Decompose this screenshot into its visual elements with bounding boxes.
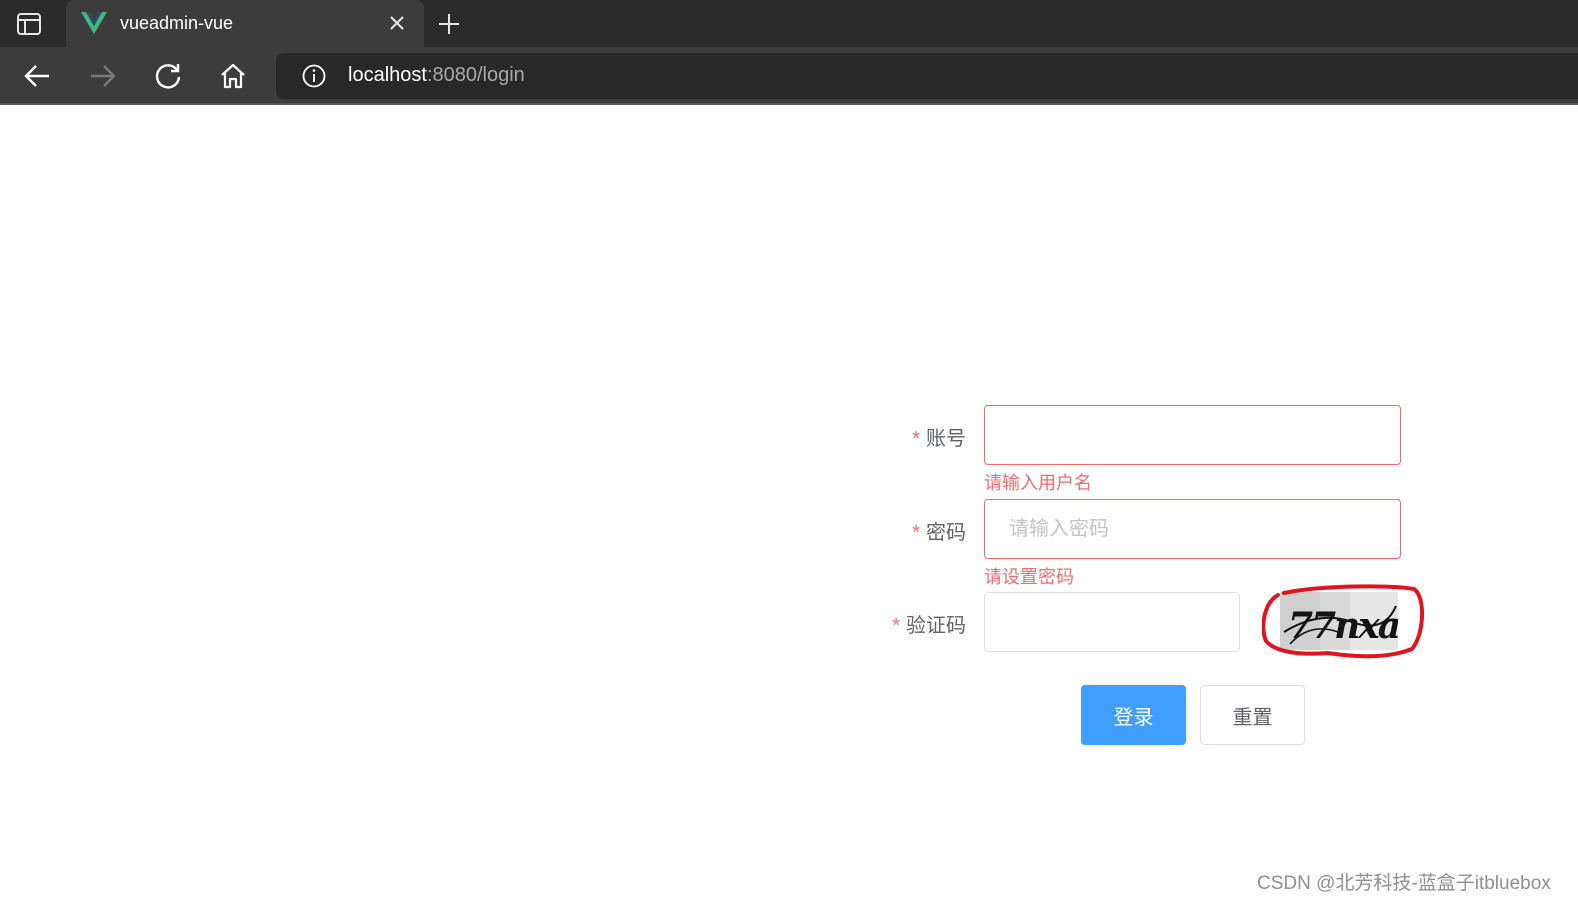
password-input[interactable]	[984, 499, 1401, 559]
required-mark: *	[912, 522, 920, 544]
username-input[interactable]	[984, 405, 1401, 465]
password-label-text: 密码	[926, 522, 966, 544]
login-button[interactable]: 登录	[1081, 685, 1186, 745]
username-error: 请输入用户名	[984, 473, 1092, 493]
info-icon[interactable]	[302, 64, 326, 88]
vue-logo-icon	[81, 12, 107, 34]
browser-nav-bar: localhost:8080/login	[0, 47, 1578, 105]
back-arrow-icon[interactable]	[22, 61, 52, 91]
username-row: * 账号 请输入用户名	[860, 405, 1420, 493]
address-path: :8080/login	[426, 64, 525, 86]
tab-title: vueadmin-vue	[120, 13, 234, 33]
password-label: * 密码	[912, 516, 966, 545]
new-tab-icon[interactable]	[437, 12, 461, 36]
browser-tab[interactable]: vueadmin-vue	[66, 0, 424, 47]
required-mark: *	[892, 615, 900, 637]
reset-button[interactable]: 重置	[1200, 685, 1305, 745]
browser-tab-bar: vueadmin-vue	[0, 0, 1578, 47]
close-icon[interactable]	[388, 14, 406, 32]
required-mark: *	[912, 428, 920, 450]
home-icon[interactable]	[218, 61, 248, 91]
username-label-text: 账号	[926, 428, 966, 450]
annotation-circle	[1262, 584, 1424, 659]
password-row: * 密码 请设置密码	[860, 499, 1420, 587]
address-host: localhost	[348, 64, 427, 86]
address-bar[interactable]: localhost:8080/login	[276, 53, 1578, 99]
captcha-input[interactable]	[984, 592, 1240, 652]
captcha-label-text: 验证码	[906, 615, 966, 637]
forward-arrow-icon[interactable]	[88, 61, 118, 91]
password-error: 请设置密码	[984, 567, 1074, 587]
address-url: localhost:8080/login	[348, 64, 525, 87]
captcha-annotated: 77nxa	[1262, 583, 1424, 659]
refresh-icon[interactable]	[153, 61, 183, 91]
username-label: * 账号	[912, 422, 966, 451]
tab-actions-icon[interactable]	[14, 11, 44, 37]
watermark: CSDN @北芳科技-蓝盒子itbluebox	[1257, 873, 1551, 894]
captcha-label: * 验证码	[892, 609, 966, 638]
